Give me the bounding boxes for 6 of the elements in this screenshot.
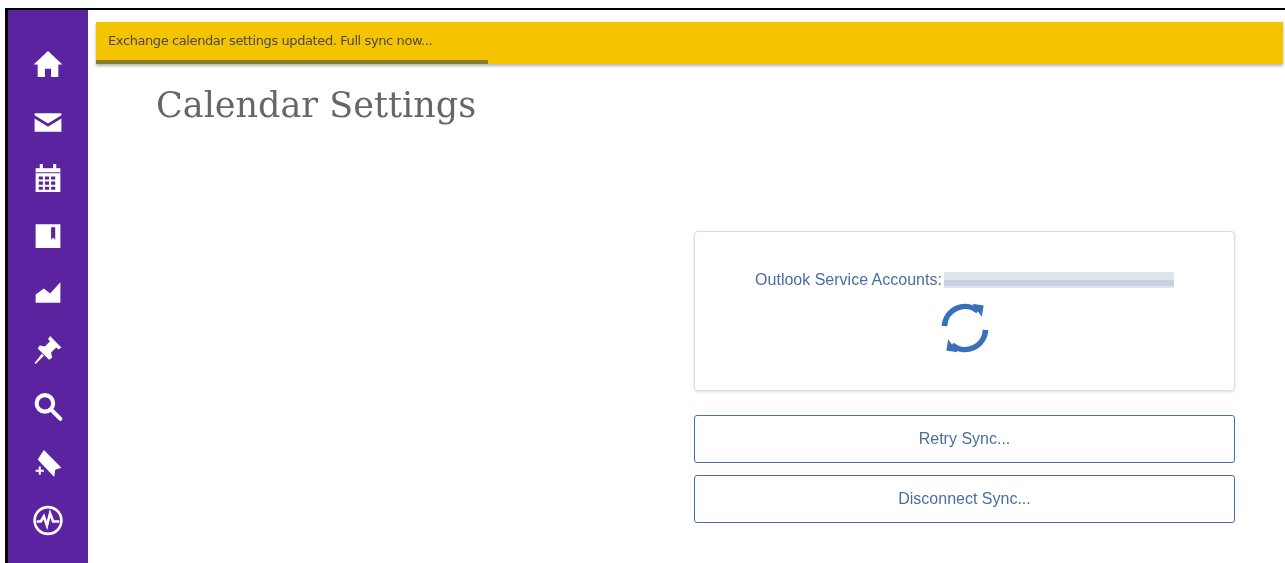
sync-button[interactable]: Retry Sync... bbox=[694, 415, 1235, 463]
page-title: Calendar Settings bbox=[156, 88, 478, 123]
notification-message: Exchange calendar settings updated. Full sync now... bbox=[107, 32, 434, 50]
activity-icon[interactable] bbox=[31, 504, 65, 537]
sync-button[interactable]: Disconnect Sync... bbox=[694, 475, 1235, 523]
account-label: Outlook Service Accounts: bbox=[755, 270, 942, 290]
